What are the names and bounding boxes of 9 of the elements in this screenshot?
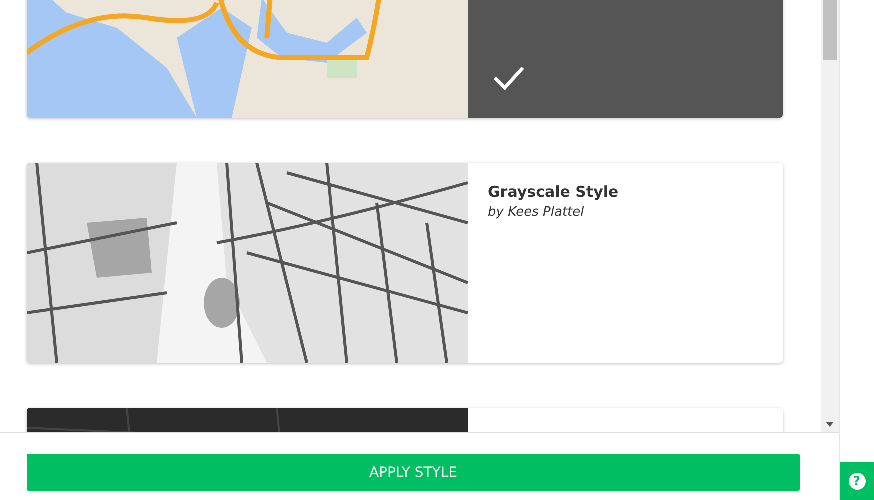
scrollbar[interactable] (821, 0, 839, 432)
style-title: Grayscale Style (488, 183, 620, 201)
checkmark-icon (493, 66, 525, 90)
style-author: by Kees Plattel (488, 205, 586, 220)
style-card[interactable]: Grayscale Style by Kees Plattel (27, 163, 783, 363)
scrollbar-thumb[interactable] (823, 0, 837, 60)
help-button[interactable]: ? (840, 462, 874, 500)
apply-style-button[interactable]: APPLY STYLE (27, 454, 800, 491)
scroll-down-arrow-icon[interactable] (826, 422, 834, 427)
